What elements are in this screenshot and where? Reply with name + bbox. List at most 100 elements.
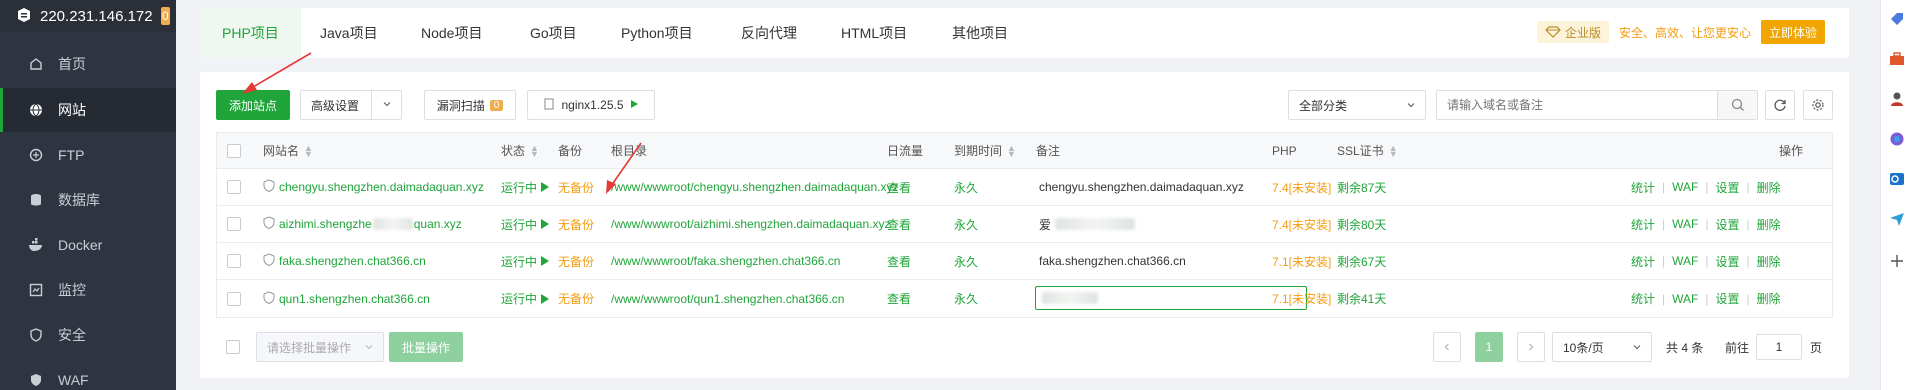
tab-other[interactable]: 其他项目 bbox=[952, 8, 1008, 58]
root-dir-link[interactable]: /www/wwwroot/aizhimi.shengzhen.daimadaqu… bbox=[611, 206, 890, 242]
page-number-button[interactable]: 1 bbox=[1475, 332, 1503, 362]
tab-go[interactable]: Go项目 bbox=[530, 8, 577, 58]
note-cell[interactable]: faka.shengzhen.chat366.cn bbox=[1039, 243, 1186, 279]
backup-link[interactable]: 无备份 bbox=[558, 280, 594, 317]
note-cell[interactable]: chengyu.shengzhen.daimadaquan.xyz bbox=[1039, 169, 1244, 205]
add-icon[interactable] bbox=[1888, 252, 1906, 270]
site-name-link[interactable]: faka.shengzhen.chat366.cn bbox=[279, 254, 426, 268]
sidebar-item-home[interactable]: 首页 bbox=[0, 42, 176, 86]
page-size-select[interactable]: 10条/页 bbox=[1552, 332, 1652, 362]
row-checkbox[interactable] bbox=[227, 243, 241, 279]
site-name-cell[interactable]: chengyu.shengzhen.daimadaquan.xyz bbox=[263, 169, 484, 205]
batch-action-button[interactable]: 批量操作 bbox=[389, 332, 463, 362]
tab-html[interactable]: HTML项目 bbox=[841, 8, 907, 58]
status-cell[interactable]: 运行中 bbox=[501, 206, 550, 242]
settings-link[interactable]: 设置 bbox=[1715, 253, 1739, 270]
settings-link[interactable]: 设置 bbox=[1715, 179, 1739, 196]
root-dir-link[interactable]: /www/wwwroot/qun1.shengzhen.chat366.cn bbox=[611, 280, 844, 317]
backup-link[interactable]: 无备份 bbox=[558, 206, 594, 242]
settings-link[interactable]: 设置 bbox=[1715, 290, 1739, 307]
php-version-link[interactable]: 7.4[未安装] bbox=[1272, 206, 1331, 242]
delete-link[interactable]: 删除 bbox=[1757, 290, 1781, 307]
select-all-checkbox[interactable] bbox=[227, 133, 241, 168]
delete-link[interactable]: 删除 bbox=[1757, 253, 1781, 270]
status-cell[interactable]: 运行中 bbox=[501, 169, 550, 205]
try-now-button[interactable]: 立即体验 bbox=[1760, 20, 1825, 44]
traffic-link[interactable]: 查看 bbox=[887, 169, 911, 205]
settings-button[interactable] bbox=[1803, 90, 1833, 120]
col-name[interactable]: 网站名 ▲ ▼ bbox=[263, 133, 313, 168]
waf-link[interactable]: WAF bbox=[1672, 292, 1698, 306]
site-name-cell[interactable]: qun1.shengzhen.chat366.cn bbox=[263, 280, 430, 317]
vuln-scan-button[interactable]: 漏洞扫描 0 bbox=[424, 90, 516, 120]
delete-link[interactable]: 删除 bbox=[1757, 216, 1781, 233]
sidebar-item-security[interactable]: 安全 bbox=[0, 313, 176, 357]
toolbox-icon[interactable] bbox=[1888, 50, 1906, 68]
add-site-button[interactable]: 添加站点 bbox=[216, 90, 290, 120]
col-status[interactable]: 状态 ▲ ▼ bbox=[501, 133, 539, 168]
traffic-link[interactable]: 查看 bbox=[887, 206, 911, 242]
waf-link[interactable]: WAF bbox=[1672, 217, 1698, 231]
site-name-link[interactable]: qun1.shengzhen.chat366.cn bbox=[279, 292, 430, 306]
expire-link[interactable]: 永久 bbox=[954, 280, 978, 317]
server-header[interactable]: 220.231.146.172 0 bbox=[0, 0, 176, 32]
waf-link[interactable]: WAF bbox=[1672, 180, 1698, 194]
php-version-link[interactable]: 7.1[未安装] bbox=[1272, 280, 1331, 317]
site-name-link-suffix[interactable]: quan.xyz bbox=[414, 217, 462, 231]
tab-node[interactable]: Node项目 bbox=[421, 8, 482, 58]
php-version-link[interactable]: 7.1[未安装] bbox=[1272, 243, 1331, 279]
ssl-link[interactable]: 剩余67天 bbox=[1337, 243, 1386, 279]
ssl-link[interactable]: 剩余41天 bbox=[1337, 280, 1386, 317]
backup-link[interactable]: 无备份 bbox=[558, 243, 594, 279]
search-input[interactable] bbox=[1437, 91, 1717, 119]
goto-page-input[interactable]: 1 bbox=[1756, 334, 1802, 360]
note-input[interactable] bbox=[1035, 286, 1307, 310]
row-checkbox[interactable] bbox=[227, 206, 241, 242]
stats-link[interactable]: 统计 bbox=[1631, 179, 1655, 196]
traffic-link[interactable]: 查看 bbox=[887, 280, 911, 317]
root-dir-link[interactable]: /www/wwwroot/faka.shengzhen.chat366.cn bbox=[611, 243, 840, 279]
prev-page-button[interactable] bbox=[1433, 332, 1461, 362]
stats-link[interactable]: 统计 bbox=[1631, 216, 1655, 233]
status-cell[interactable]: 运行中 bbox=[501, 243, 550, 279]
send-icon[interactable] bbox=[1888, 210, 1906, 228]
waf-link[interactable]: WAF bbox=[1672, 254, 1698, 268]
copilot-icon[interactable] bbox=[1888, 130, 1906, 148]
sidebar-item-website[interactable]: 网站 bbox=[0, 88, 176, 132]
status-cell[interactable]: 运行中 bbox=[501, 280, 550, 317]
stats-link[interactable]: 统计 bbox=[1631, 290, 1655, 307]
col-expire[interactable]: 到期时间 ▲ ▼ bbox=[954, 133, 1016, 168]
batch-checkbox[interactable] bbox=[226, 332, 240, 362]
ssl-link[interactable]: 剩余80天 bbox=[1337, 206, 1386, 242]
ssl-link[interactable]: 剩余87天 bbox=[1337, 169, 1386, 205]
sidebar-item-database[interactable]: 数据库 bbox=[0, 178, 176, 222]
site-name-link[interactable]: chengyu.shengzhen.daimadaquan.xyz bbox=[279, 180, 484, 194]
category-select[interactable]: 全部分类 bbox=[1288, 90, 1426, 120]
search-button[interactable] bbox=[1717, 91, 1757, 119]
settings-link[interactable]: 设置 bbox=[1715, 216, 1739, 233]
sidebar-item-monitor[interactable]: 监控 bbox=[0, 268, 176, 312]
tag-icon[interactable] bbox=[1888, 10, 1906, 28]
server-badge[interactable]: 0 bbox=[160, 7, 170, 25]
nginx-button[interactable]: nginx1.25.5 bbox=[527, 90, 655, 120]
batch-select[interactable]: 请选择批量操作 bbox=[256, 332, 384, 362]
site-name-link[interactable]: aizhimi.shengzhe bbox=[279, 217, 372, 231]
enterprise-badge[interactable]: 企业版 bbox=[1536, 21, 1609, 43]
expire-link[interactable]: 永久 bbox=[954, 206, 978, 242]
traffic-link[interactable]: 查看 bbox=[887, 243, 911, 279]
user-icon[interactable] bbox=[1888, 90, 1906, 108]
tab-python[interactable]: Python项目 bbox=[621, 8, 693, 58]
sidebar-item-ftp[interactable]: FTP bbox=[0, 133, 176, 177]
refresh-button[interactable] bbox=[1765, 90, 1795, 120]
note-cell[interactable]: 爱 bbox=[1039, 206, 1136, 242]
expire-link[interactable]: 永久 bbox=[954, 243, 978, 279]
next-page-button[interactable] bbox=[1517, 332, 1545, 362]
site-name-cell[interactable]: aizhimi.shengzhe quan.xyz bbox=[263, 206, 462, 242]
sidebar-item-waf[interactable]: WAF bbox=[0, 358, 176, 390]
root-dir-link[interactable]: /www/wwwroot/chengyu.shengzhen.daimadaqu… bbox=[611, 169, 899, 205]
tab-java[interactable]: Java项目 bbox=[320, 8, 378, 58]
backup-link[interactable]: 无备份 bbox=[558, 169, 594, 205]
tab-reverse-proxy[interactable]: 反向代理 bbox=[741, 8, 797, 58]
advanced-settings-dropdown[interactable]: 高级设置 bbox=[300, 90, 402, 120]
row-checkbox[interactable] bbox=[227, 280, 241, 317]
